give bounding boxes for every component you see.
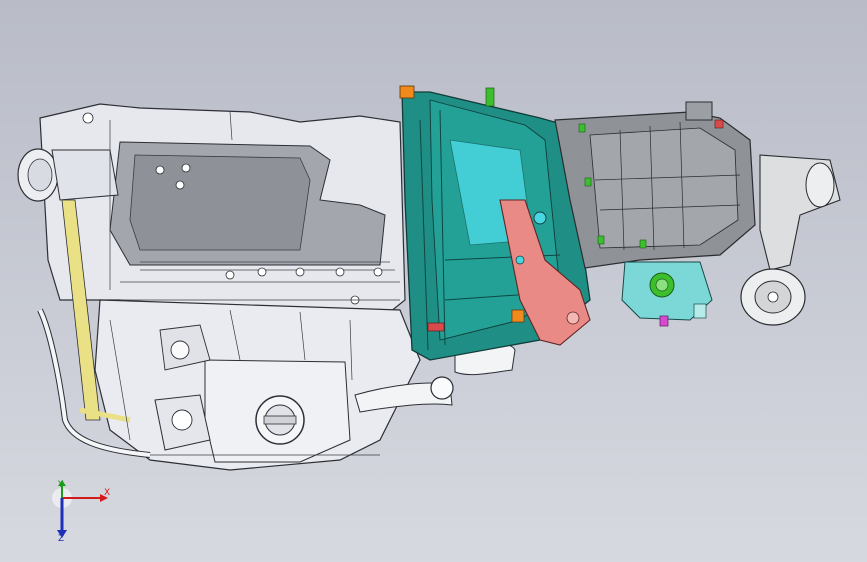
cad-viewport[interactable]: X Y Z [0, 0, 867, 562]
axis-y-label: Y [58, 480, 64, 490]
rear-engine-mount[interactable] [740, 154, 841, 326]
axis-x-label: X [104, 488, 111, 498]
axis-z-label: Z [58, 534, 65, 544]
gearbox-housing[interactable] [554, 101, 756, 269]
axis-triad-graphic [52, 480, 108, 538]
shift-actuator[interactable] [621, 261, 713, 327]
axis-triad: X Y Z [44, 480, 124, 550]
engine-gearbox-assembly-model[interactable] [0, 0, 867, 562]
